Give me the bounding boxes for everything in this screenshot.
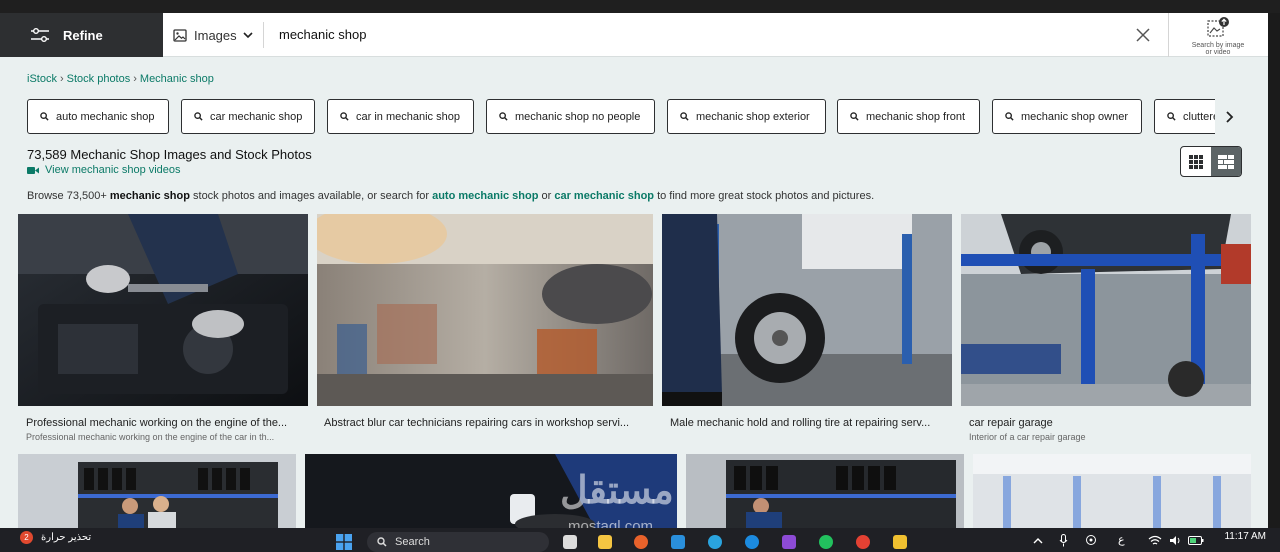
search-icon <box>194 112 203 121</box>
search-icon <box>340 112 349 121</box>
chip-auto-mechanic-shop[interactable]: auto mechanic shop <box>27 99 169 134</box>
windows-taskbar: 2 تحذير حرارة Search ع 11:17 AM <box>0 528 1280 552</box>
image-icon <box>173 28 187 42</box>
search-by-image-line1: Search by image <box>1191 42 1245 49</box>
microphone-icon[interactable] <box>1059 534 1068 547</box>
search-icon <box>1167 112 1176 121</box>
image-4-subtitle: Interior of a car repair garage <box>969 432 1086 442</box>
chrome-icon[interactable] <box>856 535 870 549</box>
weather-widget[interactable]: 2 تحذير حرارة <box>20 531 91 544</box>
telegram-icon[interactable] <box>708 535 722 549</box>
result-image-1[interactable] <box>18 214 308 406</box>
weather-text: تحذير حرارة <box>41 532 92 543</box>
wifi-icon[interactable] <box>1148 535 1162 546</box>
vscode-icon[interactable] <box>671 535 685 549</box>
chip-mechanic-shop-owner[interactable]: mechanic shop owner <box>992 99 1142 134</box>
breadcrumb-stock-photos[interactable]: Stock photos <box>67 73 131 85</box>
firefox-icon[interactable] <box>634 535 648 549</box>
search-icon <box>680 112 689 121</box>
taskbar-search[interactable]: Search <box>367 532 549 552</box>
search-by-image-button[interactable]: Search by image or video <box>1182 16 1254 56</box>
related-searches: auto mechanic shop car mechanic shop car… <box>27 99 1243 134</box>
header-divider-right <box>1168 13 1169 57</box>
chip-mechanic-shop-front[interactable]: mechanic shop front <box>837 99 980 134</box>
page-scrollbar[interactable] <box>1268 13 1280 528</box>
search-by-image-line2: or video <box>1205 49 1231 56</box>
refine-button[interactable]: Refine <box>0 13 163 57</box>
grid-view-button[interactable] <box>1181 147 1211 176</box>
media-type-dropdown[interactable]: Images <box>173 25 261 45</box>
search-input[interactable]: mechanic shop <box>279 27 366 42</box>
notification-badge: 2 <box>20 531 33 544</box>
breadcrumb-mechanic-shop[interactable]: Mechanic shop <box>140 73 214 85</box>
chevron-right-icon <box>1226 110 1234 123</box>
chip-car-in-mechanic-shop[interactable]: car in mechanic shop <box>327 99 474 134</box>
image-1-subtitle: Professional mechanic working on the eng… <box>26 432 275 442</box>
chip-car-mechanic-shop[interactable]: car mechanic shop <box>181 99 315 134</box>
view-videos-link[interactable]: View mechanic shop videos <box>27 164 181 176</box>
clear-search-icon[interactable] <box>1133 25 1153 45</box>
filter-sliders-icon <box>31 28 49 42</box>
image-3-title: Male mechanic hold and rolling tire at r… <box>670 417 931 429</box>
mosaic-view-button[interactable] <box>1211 147 1241 176</box>
windows-start-icon[interactable] <box>336 534 352 550</box>
link-car-mechanic-shop[interactable]: car mechanic shop <box>554 190 654 202</box>
search-icon <box>40 112 49 121</box>
watermark-arabic: مستقل <box>560 470 674 512</box>
browse-description: Browse 73,500+ mechanic shop stock photo… <box>27 190 875 202</box>
result-image-5[interactable] <box>18 454 296 528</box>
file-explorer-icon[interactable] <box>598 535 612 549</box>
chip-mechanic-shop-no-people[interactable]: mechanic shop no people <box>486 99 655 134</box>
results-count-title: 73,589 Mechanic Shop Images and Stock Ph… <box>27 147 312 162</box>
watermark-latin: mostaql.com <box>568 518 654 528</box>
task-view-icon[interactable] <box>563 535 577 549</box>
clock[interactable]: 11:17 AM <box>1214 531 1266 542</box>
result-image-7[interactable] <box>686 454 964 528</box>
battery-icon[interactable] <box>1188 536 1204 545</box>
result-image-3[interactable] <box>662 214 952 406</box>
image-2-title: Abstract blur car technicians repairing … <box>324 417 630 429</box>
view-toggle <box>1180 146 1242 177</box>
chevron-down-icon <box>243 32 253 39</box>
volume-icon[interactable] <box>1169 535 1181 546</box>
input-language[interactable]: ع <box>1118 533 1125 546</box>
search-icon <box>499 112 508 121</box>
search-icon <box>850 112 859 121</box>
video-camera-icon <box>27 166 39 174</box>
messenger-icon[interactable] <box>745 535 759 549</box>
result-image-2[interactable] <box>317 214 653 406</box>
media-type-label: Images <box>194 27 237 43</box>
chevron-up-icon[interactable] <box>1033 537 1043 544</box>
sticky-notes-icon[interactable] <box>893 535 907 549</box>
header-divider <box>263 22 264 48</box>
chip-mechanic-shop-exterior[interactable]: mechanic shop exterior <box>667 99 826 134</box>
image-4-title: car repair garage <box>969 417 1053 429</box>
result-image-4[interactable] <box>961 214 1251 406</box>
result-image-8[interactable] <box>973 454 1251 528</box>
upload-image-icon <box>1207 17 1229 37</box>
breadcrumb: iStock › Stock photos › Mechanic shop <box>27 73 214 85</box>
image-1-title: Professional mechanic working on the eng… <box>26 417 288 429</box>
chips-next-button[interactable] <box>1215 99 1243 134</box>
search-icon <box>1005 112 1014 121</box>
breadcrumb-istock[interactable]: iStock <box>27 73 57 85</box>
browser-top-strip <box>0 0 1280 13</box>
location-icon[interactable] <box>1085 534 1097 546</box>
search-icon <box>377 537 387 547</box>
whatsapp-icon[interactable] <box>819 535 833 549</box>
refine-label: Refine <box>63 27 103 43</box>
search-header: Refine Images mechanic shop Search by im… <box>0 13 1268 57</box>
istock-search-page: Refine Images mechanic shop Search by im… <box>0 13 1268 528</box>
grid-icon <box>1189 154 1203 169</box>
link-auto-mechanic-shop[interactable]: auto mechanic shop <box>432 190 538 202</box>
mosaic-icon <box>1218 154 1234 169</box>
visual-studio-icon[interactable] <box>782 535 796 549</box>
